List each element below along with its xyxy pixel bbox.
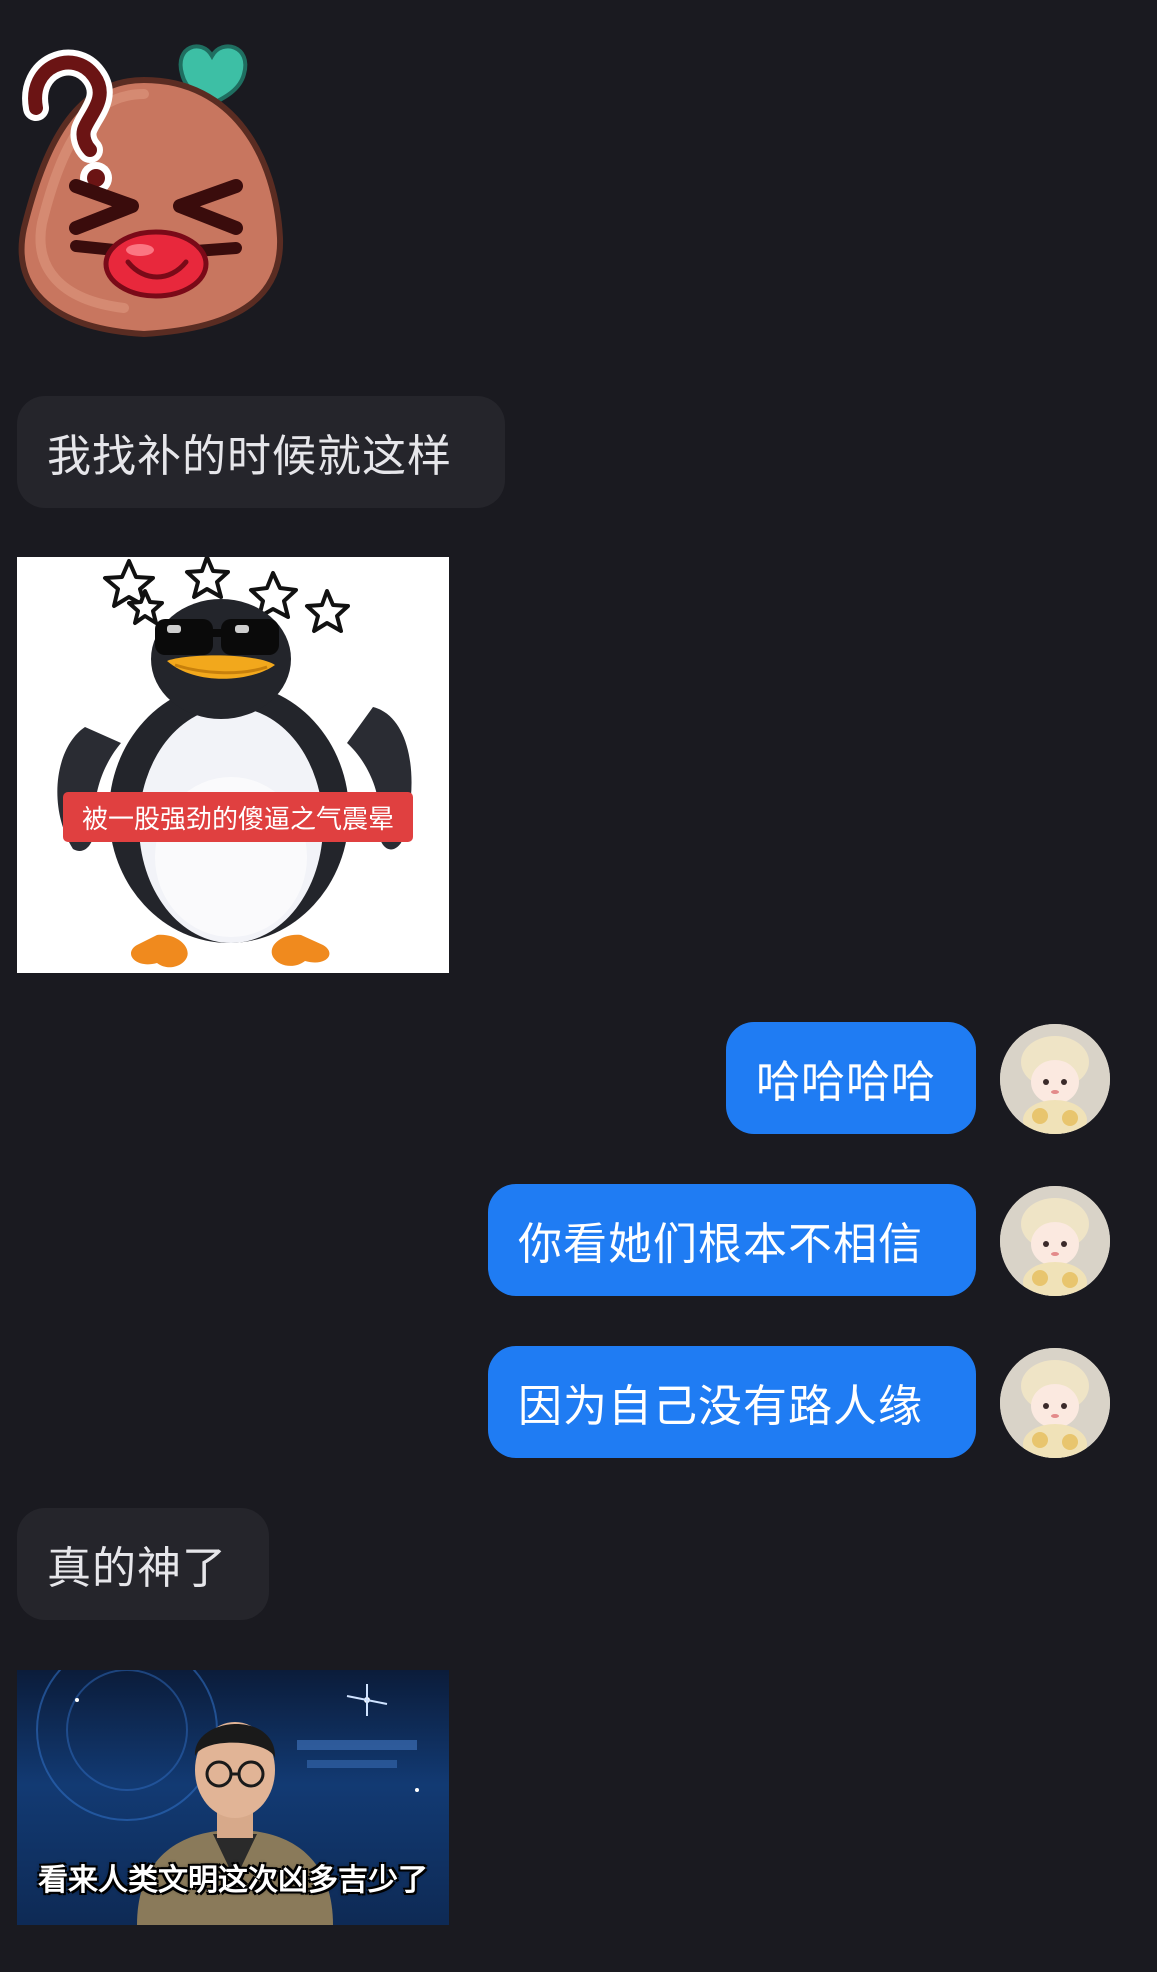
incoming-message-bubble[interactable]: 真的神了 bbox=[17, 1508, 269, 1620]
avatar[interactable] bbox=[1000, 1024, 1110, 1134]
penguin-meme-image[interactable]: 被一股强劲的傻逼之气震晕 bbox=[17, 557, 449, 973]
question-blob-sticker[interactable] bbox=[14, 38, 286, 338]
message-text: 真的神了 bbox=[47, 1543, 227, 1594]
avatar[interactable] bbox=[1000, 1348, 1110, 1458]
message-text: 我找补的时候就这样 bbox=[47, 431, 452, 482]
outgoing-message-bubble[interactable]: 你看她们根本不相信 bbox=[488, 1184, 976, 1296]
message-text: 你看她们根本不相信 bbox=[518, 1219, 923, 1270]
dizzy-penguin-icon bbox=[57, 557, 412, 968]
outgoing-message-bubble[interactable]: 哈哈哈哈 bbox=[726, 1022, 976, 1134]
message-text: 因为自己没有路人缘 bbox=[518, 1381, 923, 1432]
message-text: 哈哈哈哈 bbox=[756, 1057, 936, 1108]
outgoing-message-bubble[interactable]: 因为自己没有路人缘 bbox=[488, 1346, 976, 1458]
avatar[interactable] bbox=[1000, 1186, 1110, 1296]
incoming-message-bubble[interactable]: 我找补的时候就这样 bbox=[17, 396, 505, 508]
news-anchor-meme-image[interactable]: 看来人类文明这次凶多吉少了 bbox=[17, 1670, 449, 1925]
question-blob-icon bbox=[18, 44, 284, 338]
plush-doll-avatar-icon bbox=[1000, 1348, 1110, 1458]
meme-caption: 看来人类文明这次凶多吉少了 bbox=[38, 1863, 428, 1898]
meme-caption: 被一股强劲的傻逼之气震晕 bbox=[63, 792, 413, 842]
chat-thread: 我找补的时候就这样 被一股强劲的傻逼之气震晕 哈哈哈哈 你看她们根本不相信 因为… bbox=[0, 0, 1157, 1972]
plush-doll-avatar-icon bbox=[1000, 1186, 1110, 1296]
plush-doll-avatar-icon bbox=[1000, 1024, 1110, 1134]
